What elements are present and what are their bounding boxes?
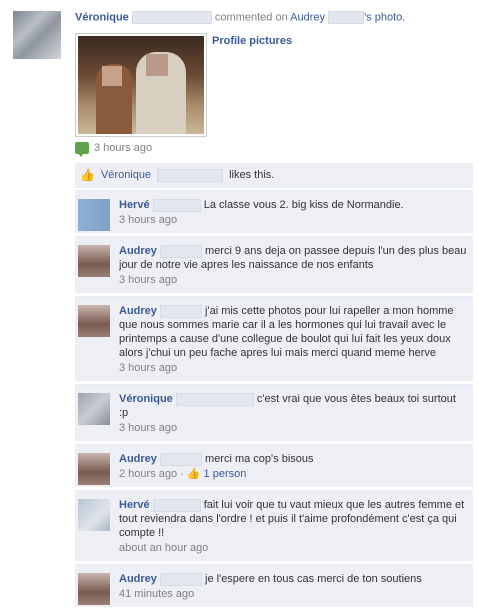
- redacted-surname: [152, 198, 201, 212]
- comment-item: Audrey je l'espere en tous cas merci de …: [75, 564, 473, 608]
- redacted-surname: [159, 452, 202, 466]
- redacted-surname: [328, 11, 365, 24]
- comment-item: Hervé fait lui voir que tu vaut mieux qu…: [75, 490, 473, 562]
- comment-time[interactable]: 3 hours ago: [119, 274, 177, 286]
- story-header: Véronique commented on Audrey 's photo.: [75, 11, 405, 24]
- facebook-feed-story: { "story": { "actor": "Véronique", "acti…: [0, 0, 483, 608]
- thumbs-up-icon: 👍: [186, 468, 201, 480]
- comment-time[interactable]: 3 hours ago: [119, 362, 177, 374]
- story-time[interactable]: 3 hours ago: [94, 142, 152, 154]
- redacted-surname: [175, 392, 254, 406]
- comment-item: Hervé La classe vous 2. big kiss de Norm…: [75, 190, 473, 234]
- action-text: commented on: [214, 11, 288, 24]
- comments-section: 👍 Véronique likes this. Hervé La classe …: [75, 163, 473, 608]
- commenter-avatar[interactable]: [78, 453, 110, 485]
- commenter-name[interactable]: Audrey: [119, 573, 157, 585]
- redacted-surname: [131, 11, 212, 24]
- comment-item: Audrey merci 9 ans deja on passee depuis…: [75, 236, 473, 294]
- comment-time[interactable]: 3 hours ago: [119, 214, 177, 226]
- comment-time[interactable]: about an hour ago: [119, 542, 208, 554]
- commenter-avatar[interactable]: [78, 245, 110, 277]
- story-timestamp-row: 3 hours ago: [75, 142, 152, 157]
- comment-text: merci ma cop's bisous: [205, 453, 314, 465]
- redacted-surname: [159, 572, 202, 586]
- comment-item: Véronique c'est vrai que vous êtes beaux…: [75, 384, 473, 442]
- pixelated-face: [146, 54, 168, 76]
- redacted-surname: [157, 168, 224, 182]
- comment-icon: [75, 142, 89, 157]
- actor-avatar[interactable]: [13, 11, 61, 59]
- commenter-name[interactable]: Véronique: [119, 393, 173, 405]
- comment-text: je l'espere en tous cas merci de ton sou…: [205, 573, 422, 585]
- liker-name-link[interactable]: Véronique: [101, 169, 151, 181]
- redacted-surname: [159, 244, 202, 258]
- comment-text: La classe vous 2. big kiss de Normandie.: [203, 199, 404, 211]
- comment-time[interactable]: 3 hours ago: [119, 422, 177, 434]
- comment-time[interactable]: 41 minutes ago: [119, 588, 194, 600]
- commenter-name[interactable]: Audrey: [119, 453, 157, 465]
- comment-time[interactable]: 2 hours ago: [119, 468, 177, 480]
- like-sentence: 👍 Véronique likes this.: [75, 163, 473, 188]
- thumbs-up-icon: 👍: [80, 168, 95, 182]
- commenter-name[interactable]: Audrey: [119, 245, 157, 257]
- actor-name-link[interactable]: Véronique: [75, 11, 129, 23]
- commenter-avatar[interactable]: [78, 499, 110, 531]
- target-name-link[interactable]: Audrey: [290, 11, 325, 23]
- commenter-avatar[interactable]: [78, 199, 110, 231]
- like-text: likes this.: [229, 169, 275, 181]
- commenter-name[interactable]: Hervé: [119, 199, 150, 211]
- photo-thumbnail[interactable]: [75, 33, 207, 137]
- album-link[interactable]: Profile pictures: [212, 35, 292, 47]
- couple-photo: [78, 36, 204, 134]
- commenter-name[interactable]: Audrey: [119, 305, 157, 317]
- commenter-avatar[interactable]: [78, 393, 110, 425]
- redacted-surname: [159, 304, 202, 318]
- commenter-avatar[interactable]: [78, 305, 110, 337]
- commenter-avatar[interactable]: [78, 573, 110, 605]
- commenter-name[interactable]: Hervé: [119, 499, 150, 511]
- pixelated-face: [102, 66, 122, 86]
- comment-likes-link[interactable]: 1 person: [204, 468, 247, 480]
- comment-item: Audrey merci ma cop's bisous 2 hours ago…: [75, 444, 473, 488]
- redacted-surname: [152, 498, 201, 512]
- photo-link[interactable]: 's photo.: [364, 11, 405, 23]
- comment-item: Audrey j'ai mis cette photos pour lui ra…: [75, 296, 473, 382]
